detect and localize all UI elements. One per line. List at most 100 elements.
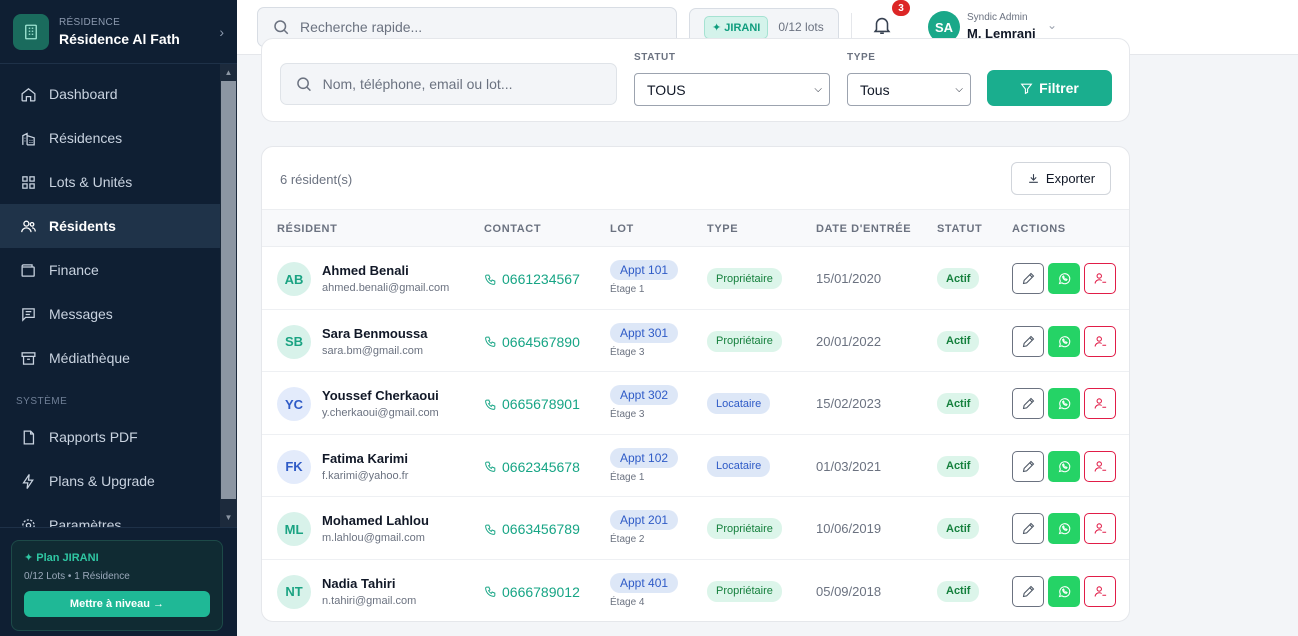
table-row: SB Sara Benmoussa sara.bm@gmail.com 0664… [262, 310, 1129, 372]
resident-name[interactable]: Mohamed Lahlou [322, 513, 429, 528]
nav-item-residences[interactable]: Résidences [0, 116, 220, 160]
sidebar-scrollbar[interactable]: ▲ ▼ [220, 64, 237, 527]
edit-button[interactable] [1012, 388, 1044, 419]
nav-item-finance[interactable]: Finance [0, 248, 220, 292]
user-remove-icon [1094, 273, 1106, 284]
export-button[interactable]: Exporter [1011, 162, 1111, 195]
remove-resident-button[interactable] [1084, 513, 1116, 544]
edit-button[interactable] [1012, 513, 1044, 544]
chevron-down-icon[interactable]: ⌄ [1047, 18, 1057, 32]
nav-item-label: Résidents [49, 218, 116, 234]
scroll-down-icon[interactable]: ▼ [220, 511, 237, 525]
column-header-contact: CONTACT [484, 223, 542, 235]
resident-email: ahmed.benali@gmail.com [322, 282, 450, 294]
bolt-icon [22, 473, 34, 489]
resident-avatar: NT [277, 574, 311, 609]
entry-date: 01/03/2021 [816, 458, 882, 474]
resident-phone-link[interactable]: 0662345678 [484, 459, 580, 475]
lot-floor: Étage 4 [610, 596, 645, 608]
sidebar: RÉSIDENCE Résidence Al Fath › Dashboard … [0, 0, 237, 636]
whatsapp-button[interactable] [1048, 325, 1080, 357]
whatsapp-button[interactable] [1048, 388, 1080, 419]
chevron-right-icon: › [219, 23, 224, 40]
resident-avatar: AB [277, 262, 311, 296]
whatsapp-button[interactable] [1048, 263, 1080, 294]
type-badge: Propriétaire [707, 268, 782, 289]
resident-phone-link[interactable]: 0665678901 [484, 396, 580, 412]
resident-name[interactable]: Fatima Karimi [322, 451, 408, 466]
nav-item-label: Paramètres [49, 517, 122, 527]
nav-item-messages[interactable]: Messages [0, 292, 220, 336]
nav-item-dashboard[interactable]: Dashboard [0, 72, 220, 116]
residence-switcher[interactable]: RÉSIDENCE Résidence Al Fath › [0, 0, 237, 64]
column-header-actions: ACTIONS [1012, 223, 1066, 235]
resident-name[interactable]: Ahmed Benali [322, 263, 409, 278]
nav-item-plans[interactable]: Plans & Upgrade [0, 459, 220, 503]
nav-item-parametres[interactable]: Paramètres [0, 503, 220, 527]
type-badge: Locataire [707, 393, 771, 414]
user-menu[interactable]: Syndic Admin M. Lemrani [967, 12, 1036, 41]
user-role: Syndic Admin [967, 12, 1028, 23]
type-select[interactable]: Tous ⌵ [847, 73, 971, 106]
search-icon [274, 20, 289, 35]
export-button-label: Exporter [1045, 171, 1096, 186]
scrollbar-thumb[interactable] [221, 81, 236, 499]
filter-button[interactable]: Filtrer [987, 70, 1112, 106]
resident-name[interactable]: Nadia Tahiri [322, 576, 395, 591]
archive-icon [21, 351, 36, 365]
remove-resident-button[interactable] [1084, 263, 1116, 294]
remove-resident-button[interactable] [1084, 388, 1116, 419]
lot-floor: Étage 3 [610, 409, 645, 420]
resident-phone: 0662345678 [502, 458, 580, 475]
resident-email: n.tahiri@gmail.com [322, 594, 417, 607]
resident-email: m.lahlou@gmail.com [322, 532, 425, 544]
filter-icon [1020, 83, 1033, 94]
resident-phone-link[interactable]: 0664567890 [484, 334, 580, 350]
column-header-type: TYPE [707, 223, 739, 235]
resident-phone-link[interactable]: 0666789012 [484, 584, 580, 600]
message-icon [22, 307, 35, 322]
statut-select[interactable]: TOUS ⌵ [634, 73, 830, 106]
status-badge: Actif [937, 580, 980, 602]
edit-button[interactable] [1012, 575, 1044, 607]
wallet-icon [21, 263, 35, 277]
table-row: ML Mohamed Lahlou m.lahlou@gmail.com 066… [262, 497, 1129, 560]
resident-name[interactable]: Youssef Cherkaoui [322, 388, 439, 403]
resident-name[interactable]: Sara Benmoussa [322, 326, 428, 341]
remove-resident-button[interactable] [1084, 450, 1116, 482]
resident-search-input[interactable] [322, 76, 616, 92]
pencil-icon [1022, 272, 1034, 285]
type-select-value: Tous [860, 81, 890, 98]
resident-phone: 0664567890 [502, 333, 580, 350]
pencil-icon [1022, 397, 1034, 410]
edit-button[interactable] [1012, 325, 1044, 357]
notifications-button[interactable] [871, 14, 895, 40]
remove-resident-button[interactable] [1084, 325, 1116, 357]
lot-badge: Appt 101 [610, 260, 679, 280]
resident-phone-link[interactable]: 0663456789 [484, 521, 580, 537]
nav-item-mediatheque[interactable]: Médiathèque [0, 336, 220, 380]
nav-item-lots[interactable]: Lots & Unités [0, 160, 220, 204]
resident-search[interactable] [280, 63, 617, 105]
lot-badge: Appt 102 [610, 447, 679, 468]
resident-phone-link[interactable]: 0661234567 [484, 271, 580, 287]
remove-resident-button[interactable] [1084, 575, 1116, 607]
whatsapp-button[interactable] [1048, 513, 1080, 544]
scroll-up-icon[interactable]: ▲ [220, 66, 237, 80]
column-header-date: DATE D'ENTRÉE [816, 223, 912, 235]
phone-icon [485, 461, 496, 472]
nav-item-label: Messages [49, 306, 113, 322]
whatsapp-button[interactable] [1048, 575, 1080, 607]
resident-avatar: SB [277, 324, 311, 359]
search-icon [297, 77, 311, 92]
edit-button[interactable] [1012, 450, 1044, 482]
resident-phone: 0665678901 [502, 396, 580, 412]
whatsapp-button[interactable] [1048, 450, 1080, 482]
upgrade-button[interactable]: Mettre à niveau → [24, 591, 210, 617]
nav-item-rapports[interactable]: Rapports PDF [0, 415, 220, 459]
nav-item-residents[interactable]: Résidents [0, 204, 220, 248]
nav-item-label: Plans & Upgrade [49, 473, 155, 489]
plan-subtitle: 0/12 Lots • 1 Résidence [24, 571, 130, 582]
edit-button[interactable] [1012, 263, 1044, 294]
quick-search-input[interactable] [300, 19, 600, 35]
